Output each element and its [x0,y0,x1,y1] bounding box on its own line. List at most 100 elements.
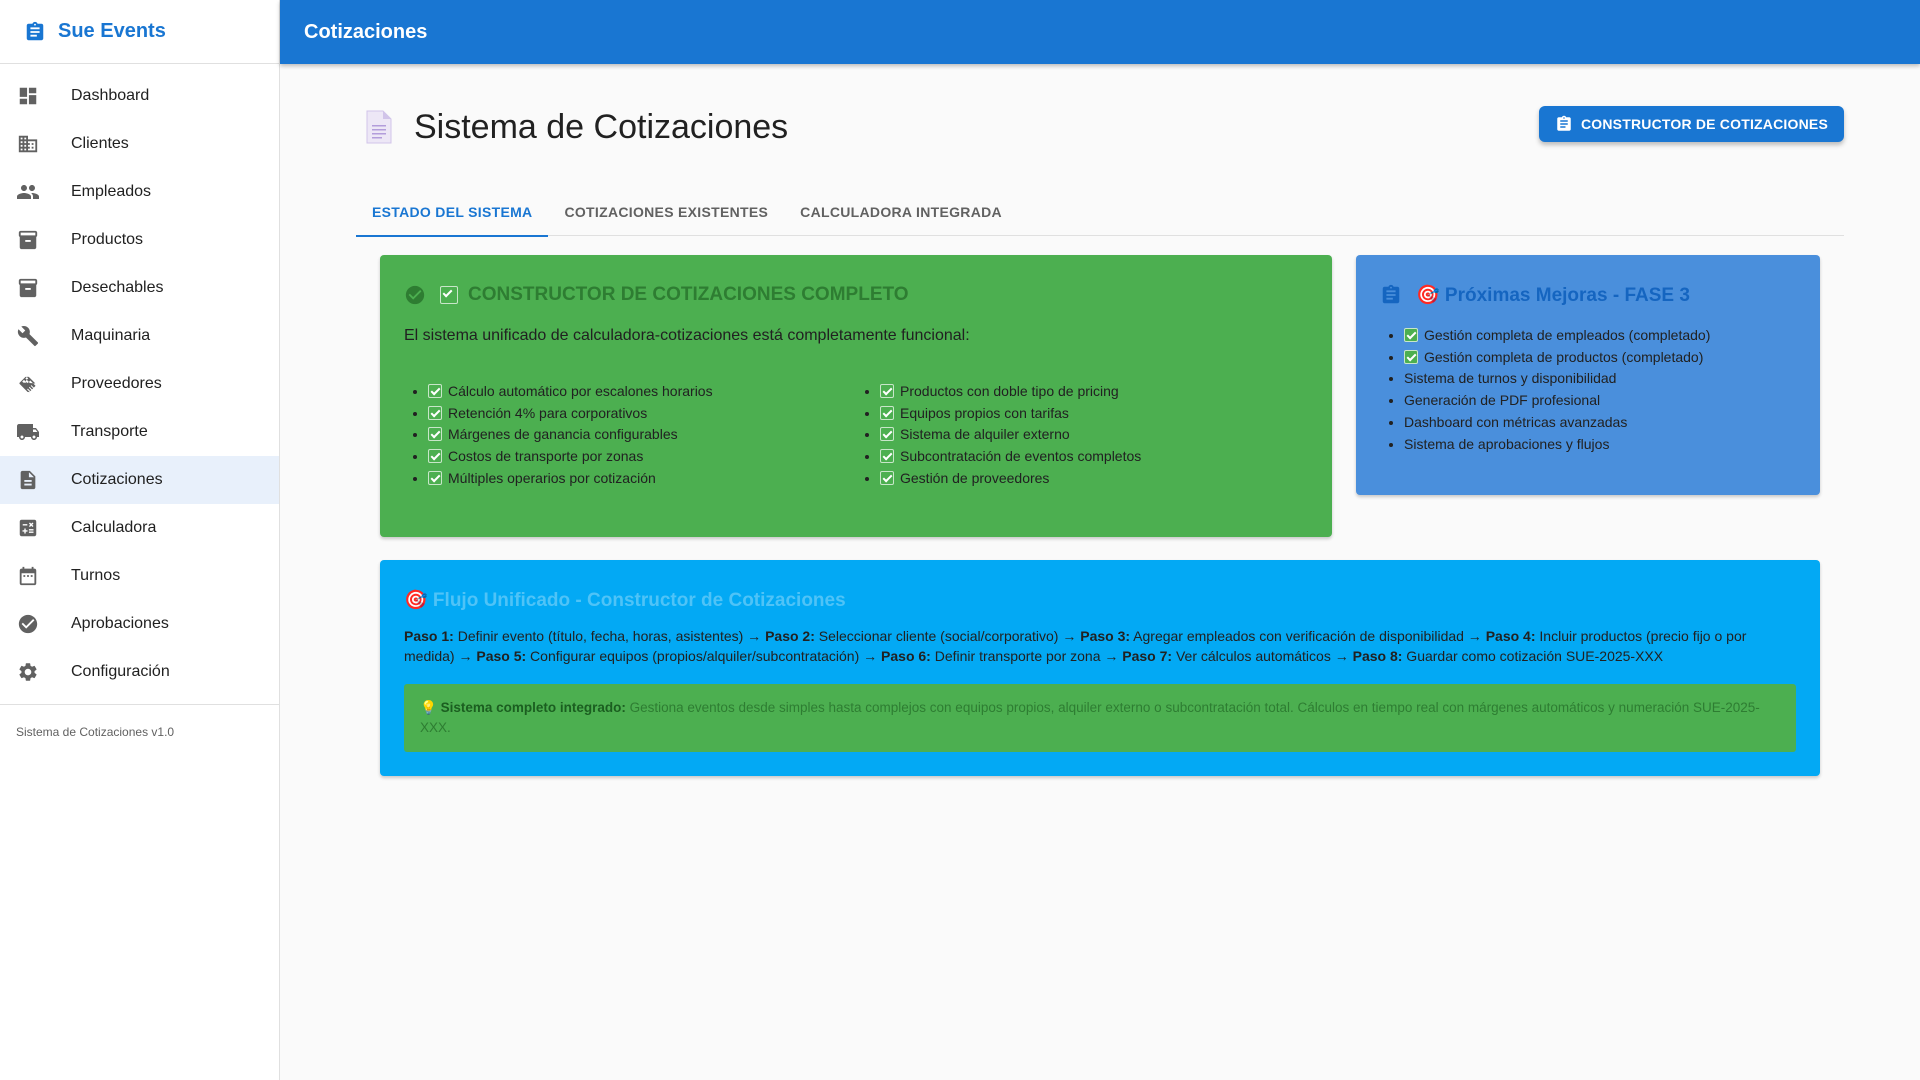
handshake-icon [16,372,40,396]
wrench-icon [16,324,40,348]
check-mark-icon [880,384,894,398]
list-item: Gestión completa de productos (completad… [1404,347,1796,369]
sidebar-item-maquinaria[interactable]: Maquinaria [0,312,279,360]
sidebar-item-label: Clientes [71,135,129,152]
quote-builder-button[interactable]: CONSTRUCTOR DE COTIZACIONES [1538,106,1844,142]
sidebar-item-transporte[interactable]: Transporte [0,408,279,456]
check-circle-icon [405,285,425,305]
check-mark-icon [428,470,442,485]
sidebar-item-label: Aprobaciones [71,615,169,632]
list-item: Subcontratación de eventos completos [880,446,1308,468]
archive-icon [16,228,40,252]
sidebar-item-label: Proveedores [71,375,162,392]
tab-cotizaciones-existentes[interactable]: COTIZACIONES EXISTENTES [548,188,784,236]
list-item: Productos con doble tipo de pricing [880,381,1308,403]
list-item: Generación de PDF profesional [1404,390,1796,412]
quote-builder-button-label: CONSTRUCTOR DE COTIZACIONES [1580,116,1828,132]
list-item: Múltiples operarios por cotización [428,468,856,490]
unified-flow-card: 🎯 Flujo Unificado - Constructor de Cotiz… [380,560,1820,776]
list-item: Márgenes de ganancia configurables [428,424,856,446]
sidebar-item-calculadora[interactable]: Calculadora [0,504,279,552]
gear-icon [16,660,40,684]
calendar-icon [16,564,40,588]
app-bar-title: Cotizaciones [304,20,428,43]
features-left-column: Cálculo automático por escalones horario… [404,381,856,490]
sidebar-item-desechables[interactable]: Desechables [0,264,279,312]
sidebar-item-label: Transporte [71,423,148,440]
sidebar-item-label: Desechables [71,279,164,296]
check-mark-icon [1404,349,1418,364]
sidebar-item-proveedores[interactable]: Proveedores [0,360,279,408]
sidebar: Sue Events Dashboard Clientes Empleados … [0,0,280,1080]
clipboard-icon [1557,115,1571,131]
flow-steps: Paso 1: Definir evento (título, fecha, h… [404,628,1747,664]
sidebar-item-cotizaciones[interactable]: Cotizaciones [0,456,279,504]
check-mark-icon [428,427,442,442]
tab-estado-del-sistema[interactable]: ESTADO DEL SISTEMA [356,188,549,237]
list-item: Dashboard con métricas avanzadas [1404,412,1796,434]
check-mark-icon [880,427,894,442]
sidebar-item-label: Calculadora [71,519,157,536]
lightbulb-icon: 💡 [420,700,437,715]
check-mark-icon [880,405,894,420]
features-right-column: Productos con doble tipo de pricing Equi… [856,381,1308,490]
sidebar-item-label: Configuración [71,663,170,680]
system-status-card: CONSTRUCTOR DE COTIZACIONES COMPLETO El … [380,255,1332,537]
sidebar-item-configuracion[interactable]: Configuración [0,648,279,696]
sidebar-item-label: Dashboard [71,87,150,104]
archive-icon [16,276,40,300]
building-icon [16,132,40,156]
list-item: Costos de transporte por zonas [428,446,856,468]
integrated-system-tip: 💡 Sistema completo integrado: Gestiona e… [404,684,1796,752]
sidebar-item-productos[interactable]: Productos [0,216,279,264]
list-item: Sistema de alquiler externo [880,424,1308,446]
sidebar-item-label: Turnos [71,567,121,584]
check-mark-icon [428,449,442,464]
check-circle-icon [16,612,40,636]
sidebar-nav: Dashboard Clientes Empleados Productos D… [0,64,279,696]
list-item: Retención 4% para corporativos [428,403,856,425]
page-title: Sistema de Cotizaciones [414,107,789,146]
list-item: Gestión de proveedores [880,468,1308,490]
page-header: Sistema de Cotizaciones CONSTRUCTOR DE C… [364,104,1844,150]
sidebar-item-dashboard[interactable]: Dashboard [0,72,279,120]
check-mark-icon [880,449,894,464]
next-improvements-card: 🎯 Próximas Mejoras - FASE 3 Gestión comp… [1356,255,1820,495]
check-mark-icon [428,405,442,420]
sidebar-footer: Sistema de Cotizaciones v1.0 [16,725,175,739]
list-item: Sistema de turnos y disponibilidad [1404,368,1796,390]
brand[interactable]: Sue Events [0,0,279,64]
list-item: Equipos propios con tarifas [880,403,1308,425]
app-bar: Cotizaciones [280,0,1920,64]
people-icon [16,180,40,204]
status-card-title: CONSTRUCTOR DE COTIZACIONES COMPLETO [468,284,909,305]
sidebar-item-turnos[interactable]: Turnos [0,552,279,600]
sidebar-item-label: Cotizaciones [71,471,163,488]
check-mark-icon [440,286,458,304]
sidebar-item-clientes[interactable]: Clientes [0,120,279,168]
brand-name: Sue Events [58,20,166,42]
status-card-intro: El sistema unificado de calculadora-coti… [404,327,970,344]
tip-label: Sistema completo integrado: [440,700,626,715]
improvements-card-title: 🎯 Próximas Mejoras - FASE 3 [1416,285,1690,306]
list-item: Sistema de aprobaciones y flujos [1404,434,1796,456]
truck-icon [16,420,40,444]
list-item: Gestión completa de empleados (completad… [1404,325,1796,347]
tab-bar: ESTADO DEL SISTEMA COTIZACIONES EXISTENT… [356,188,1844,237]
sidebar-item-label: Empleados [71,183,152,200]
dashboard-icon [16,84,40,108]
sidebar-item-label: Maquinaria [71,327,151,344]
tab-calculadora-integrada[interactable]: CALCULADORA INTEGRADA [784,188,1018,236]
document-icon [366,110,392,144]
list-item: Cálculo automático por escalones horario… [428,381,856,403]
sidebar-item-empleados[interactable]: Empleados [0,168,279,216]
flow-card-title: 🎯 Flujo Unificado - Constructor de Cotiz… [404,590,846,611]
check-mark-icon [1404,328,1418,342]
clipboard-icon [1382,284,1400,304]
check-mark-icon [428,384,442,398]
clipboard-icon [26,21,44,40]
sidebar-item-label: Productos [71,231,144,248]
sidebar-item-aprobaciones[interactable]: Aprobaciones [0,600,279,648]
main-content: Sistema de Cotizaciones CONSTRUCTOR DE C… [280,64,1920,1080]
calculator-icon [16,516,40,540]
